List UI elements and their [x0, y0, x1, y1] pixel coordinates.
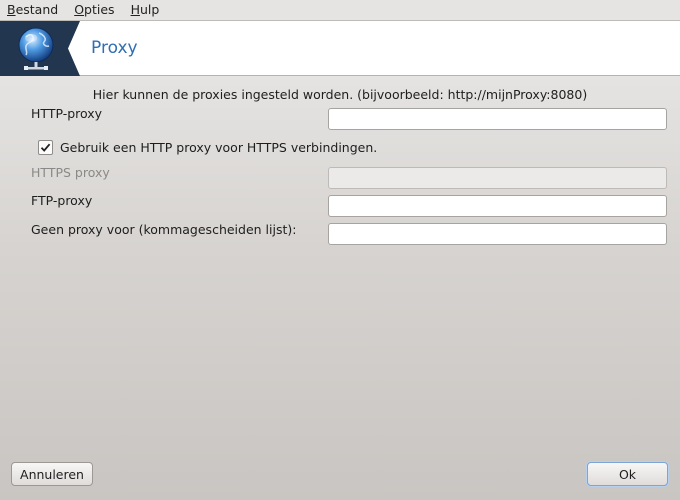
use-http-for-https-checkbox-row[interactable]: Gebruik een HTTP proxy voor HTTPS verbin… [38, 138, 377, 156]
menu-hulp[interactable]: Hulp [123, 0, 168, 20]
ftp-proxy-label: FTP-proxy [31, 193, 93, 208]
header-banner: Proxy [0, 20, 680, 76]
ok-button[interactable]: Ok [587, 462, 668, 486]
menu-bestand[interactable]: Bestand [0, 0, 66, 20]
menu-bestand-accel: B [7, 2, 16, 17]
menu-bestand-label: estand [15, 2, 59, 17]
http-proxy-input[interactable] [328, 108, 667, 130]
https-proxy-label: HTTPS proxy [31, 165, 110, 180]
cancel-button[interactable]: Annuleren [11, 462, 93, 486]
use-http-for-https-checkbox[interactable] [38, 139, 53, 155]
no-proxy-label: Geen proxy voor (kommagescheiden lijst): [31, 222, 297, 237]
page-title: Proxy [91, 38, 138, 58]
checkmark-icon [40, 143, 51, 152]
http-proxy-label: HTTP-proxy [31, 106, 103, 121]
info-text: Hier kunnen de proxies ingesteld worden.… [92, 87, 588, 102]
menu-opties[interactable]: Opties [66, 0, 122, 20]
menu-hulp-accel: H [130, 2, 140, 17]
menu-bar: Bestand Opties Hulp [0, 0, 680, 20]
header-logo [0, 21, 80, 76]
menu-hulp-label: ulp [139, 2, 160, 17]
menu-opties-label: pties [84, 2, 115, 17]
no-proxy-input[interactable] [328, 223, 667, 245]
globe-network-icon [18, 27, 54, 70]
https-proxy-input [328, 167, 667, 189]
use-http-for-https-label: Gebruik een HTTP proxy voor HTTPS verbin… [60, 139, 378, 155]
ftp-proxy-input[interactable] [328, 195, 667, 217]
menu-opties-accel: O [74, 2, 85, 17]
